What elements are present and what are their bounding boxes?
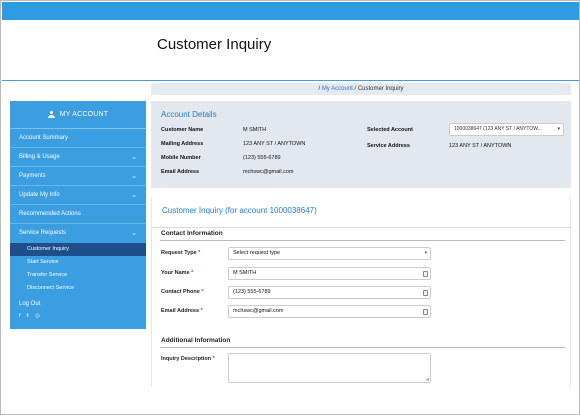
page-title: Customer Inquiry: [157, 36, 272, 53]
autofill-icon: [423, 290, 428, 296]
sidebar-item-label: Service Requests: [19, 230, 67, 236]
contact-phone-value: (123) 555-6789: [233, 289, 271, 295]
chevron-down-icon: ⌄: [131, 173, 137, 180]
customer-name-label: Customer Name: [161, 127, 204, 133]
customer-name-value: M SMITH: [243, 127, 267, 133]
inquiry-description-textarea[interactable]: ◢: [228, 353, 431, 383]
mobile-number-label: Mobile Number: [161, 155, 201, 161]
chevron-down-icon: ⌄: [131, 192, 137, 199]
service-address-value: 123 ANY ST / ANYTOWN: [449, 143, 512, 149]
sidebar-subitem-start-service[interactable]: Start Service: [10, 256, 146, 269]
sidebar-item-billing-usage[interactable]: Billing & Usage ⌄: [10, 148, 146, 167]
chevron-down-icon: ⌄: [131, 230, 137, 237]
inquiry-form-panel: Customer Inquiry (for account 1000038647…: [151, 197, 572, 387]
sidebar-item-update-my-info[interactable]: Update My Info ⌄: [10, 186, 146, 205]
sidebar: MY ACCOUNT Account Summary Billing & Usa…: [10, 101, 146, 329]
request-type-label: Request Type *: [161, 250, 201, 256]
breadcrumb: / My Account / Customer Inquiry: [151, 83, 571, 95]
sidebar-item-label: Update My Info: [19, 192, 60, 198]
resize-grip-icon[interactable]: ◢: [426, 376, 429, 381]
request-type-placeholder: Select request type: [233, 250, 281, 256]
page-header: Customer Inquiry: [2, 20, 579, 81]
your-name-value: M SMITH: [233, 270, 257, 276]
email-address-input[interactable]: mchswc@gmail.com: [228, 305, 431, 318]
sidebar-item-payments[interactable]: Payments ⌄: [10, 167, 146, 186]
sidebar-item-recommended-actions[interactable]: Recommended Actions: [10, 205, 146, 224]
account-details-title: Account Details: [161, 110, 217, 119]
additional-information-heading: Additional Information: [161, 337, 231, 344]
chevron-down-icon: ▾: [424, 250, 427, 256]
selected-account-value: 1000038647 (123 ANY ST / ANYTOW...: [454, 126, 542, 132]
user-icon: [47, 111, 55, 118]
mobile-number-value: (123) 555-6789: [243, 155, 281, 161]
contact-information-heading: Contact Information: [161, 230, 223, 237]
breadcrumb-my-account-link[interactable]: My Account: [322, 86, 353, 92]
contact-phone-label: Contact Phone *: [161, 289, 204, 295]
selected-account-select[interactable]: 1000038647 (123 ANY ST / ANYTOW... ▾: [449, 123, 564, 136]
your-name-input[interactable]: M SMITH: [228, 267, 431, 280]
mailing-address-label: Mailing Address: [161, 141, 204, 147]
selected-account-label: Selected Account: [367, 127, 413, 133]
sidebar-subitem-transfer-service[interactable]: Transfer Service: [10, 269, 146, 282]
facebook-icon[interactable]: f: [19, 313, 21, 319]
autofill-icon: [423, 271, 428, 277]
sidebar-item-label: Payments: [19, 173, 46, 179]
service-address-label: Service Address: [367, 143, 410, 149]
inquiry-form-title: Customer Inquiry (for account 1000038647…: [162, 206, 317, 215]
sidebar-item-label: Billing & Usage: [19, 154, 60, 160]
breadcrumb-current: Customer Inquiry: [357, 86, 404, 92]
logout-link[interactable]: Log Out: [10, 295, 146, 313]
email-address-field-label: Email Address *: [161, 308, 203, 314]
social-links: f 𝕥 ◎: [10, 313, 146, 319]
sidebar-subitem-customer-inquiry[interactable]: Customer Inquiry: [10, 243, 146, 256]
email-address-label: Email Address: [161, 169, 200, 175]
your-name-label: Your Name *: [161, 270, 194, 276]
sidebar-item-service-requests[interactable]: Service Requests ⌄: [10, 224, 146, 243]
my-account-header[interactable]: MY ACCOUNT: [10, 101, 146, 129]
sidebar-item-label: Account Summary: [19, 135, 69, 141]
sidebar-subitem-disconnect-service[interactable]: Disconnect Service: [10, 282, 146, 295]
top-banner: [2, 2, 579, 20]
sidebar-item-account-summary[interactable]: Account Summary: [10, 129, 146, 148]
divider: [160, 347, 565, 348]
autofill-icon: [423, 309, 428, 315]
chevron-down-icon: ▾: [557, 126, 560, 132]
email-address-field-value: mchswc@gmail.com: [233, 308, 284, 314]
page-frame: Customer Inquiry / My Account / Customer…: [0, 0, 580, 415]
inquiry-description-label: Inquiry Description *: [161, 356, 215, 362]
email-address-value: mchswc@gmail.com: [243, 169, 294, 175]
account-details-panel: Account Details Customer Name M SMITH Ma…: [151, 101, 571, 188]
contact-phone-input[interactable]: (123) 555-6789: [228, 286, 431, 299]
request-type-select[interactable]: Select request type ▾: [228, 247, 431, 260]
instagram-icon[interactable]: ◎: [35, 313, 40, 319]
my-account-label: MY ACCOUNT: [59, 111, 109, 118]
divider: [152, 227, 572, 228]
sidebar-item-label: Recommended Actions: [19, 211, 81, 217]
chevron-down-icon: ⌄: [131, 154, 137, 161]
divider: [160, 240, 565, 241]
mailing-address-value: 123 ANY ST / ANYTOWN: [243, 141, 306, 147]
twitter-icon[interactable]: 𝕥: [27, 313, 30, 319]
